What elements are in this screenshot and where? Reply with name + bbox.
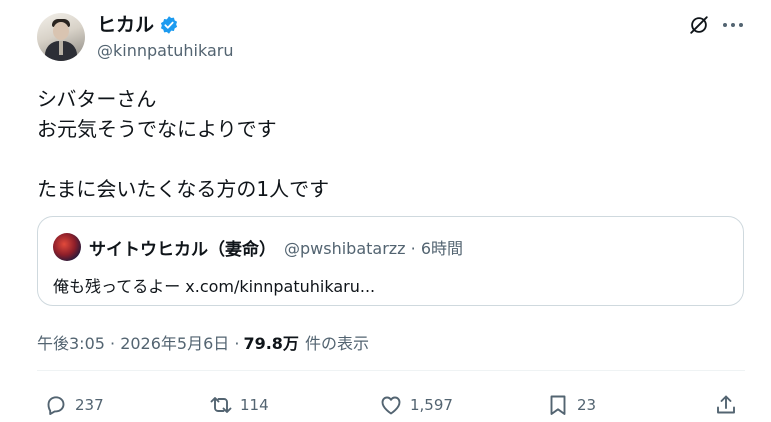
author-display-name[interactable]: ヒカル (97, 13, 154, 37)
grok-icon[interactable] (688, 14, 710, 36)
tweet-text: シバターさん お元気そうでなによりです たまに会いたくなる方の1人です (37, 84, 329, 204)
repost-count: 114 (240, 396, 269, 414)
views-label: 件の表示 (304, 334, 369, 353)
like-icon (381, 396, 401, 415)
tweet-line: たまに会いたくなる方の1人です (37, 177, 330, 201)
like-button[interactable]: 1,597 (379, 392, 453, 418)
reply-button[interactable]: 237 (44, 392, 104, 418)
tweet-timestamp-row: 午後3:05 · 2026年5月6日 · 79.8万 件の表示 (37, 330, 369, 354)
tweet-line (37, 144, 329, 174)
quoted-author-name: サイトウヒカル（妻命） (89, 239, 276, 260)
repost-button[interactable]: 114 (209, 392, 269, 418)
like-count: 1,597 (410, 396, 453, 414)
quoted-author-meta: @pwshibatarzz · 6時間 (284, 239, 464, 258)
bookmark-icon (550, 395, 566, 415)
quoted-tweet-header: サイトウヒカル（妻命） @pwshibatarzz · 6時間 (89, 235, 464, 260)
author-avatar[interactable] (37, 13, 85, 61)
verified-badge-icon (160, 16, 178, 34)
share-button[interactable] (714, 392, 738, 418)
author-handle[interactable]: @kinnpatuhikaru (97, 41, 233, 60)
reply-count: 237 (75, 396, 104, 414)
repost-icon (210, 397, 232, 413)
author-name-row[interactable]: ヒカル (97, 13, 179, 37)
reply-icon (47, 396, 65, 415)
more-icon[interactable] (721, 14, 745, 36)
divider (37, 370, 745, 371)
views-count: 79.8万 (243, 334, 299, 353)
quoted-tweet-card[interactable]: サイトウヒカル（妻命） @pwshibatarzz · 6時間 俺も残ってるよー… (37, 216, 744, 306)
tweet-timestamp[interactable]: 午後3:05 · 2026年5月6日 · (37, 330, 239, 354)
quoted-author-avatar (53, 233, 81, 261)
bookmark-count: 23 (577, 396, 597, 414)
tweet-line: お元気そうでなによりです (37, 117, 277, 141)
bookmark-button[interactable]: 23 (546, 392, 596, 418)
tweet-line: シバターさん (37, 87, 157, 111)
share-icon (717, 395, 735, 414)
quoted-tweet-text: 俺も残ってるよー x.com/kinnpatuhikaru... (53, 277, 376, 296)
